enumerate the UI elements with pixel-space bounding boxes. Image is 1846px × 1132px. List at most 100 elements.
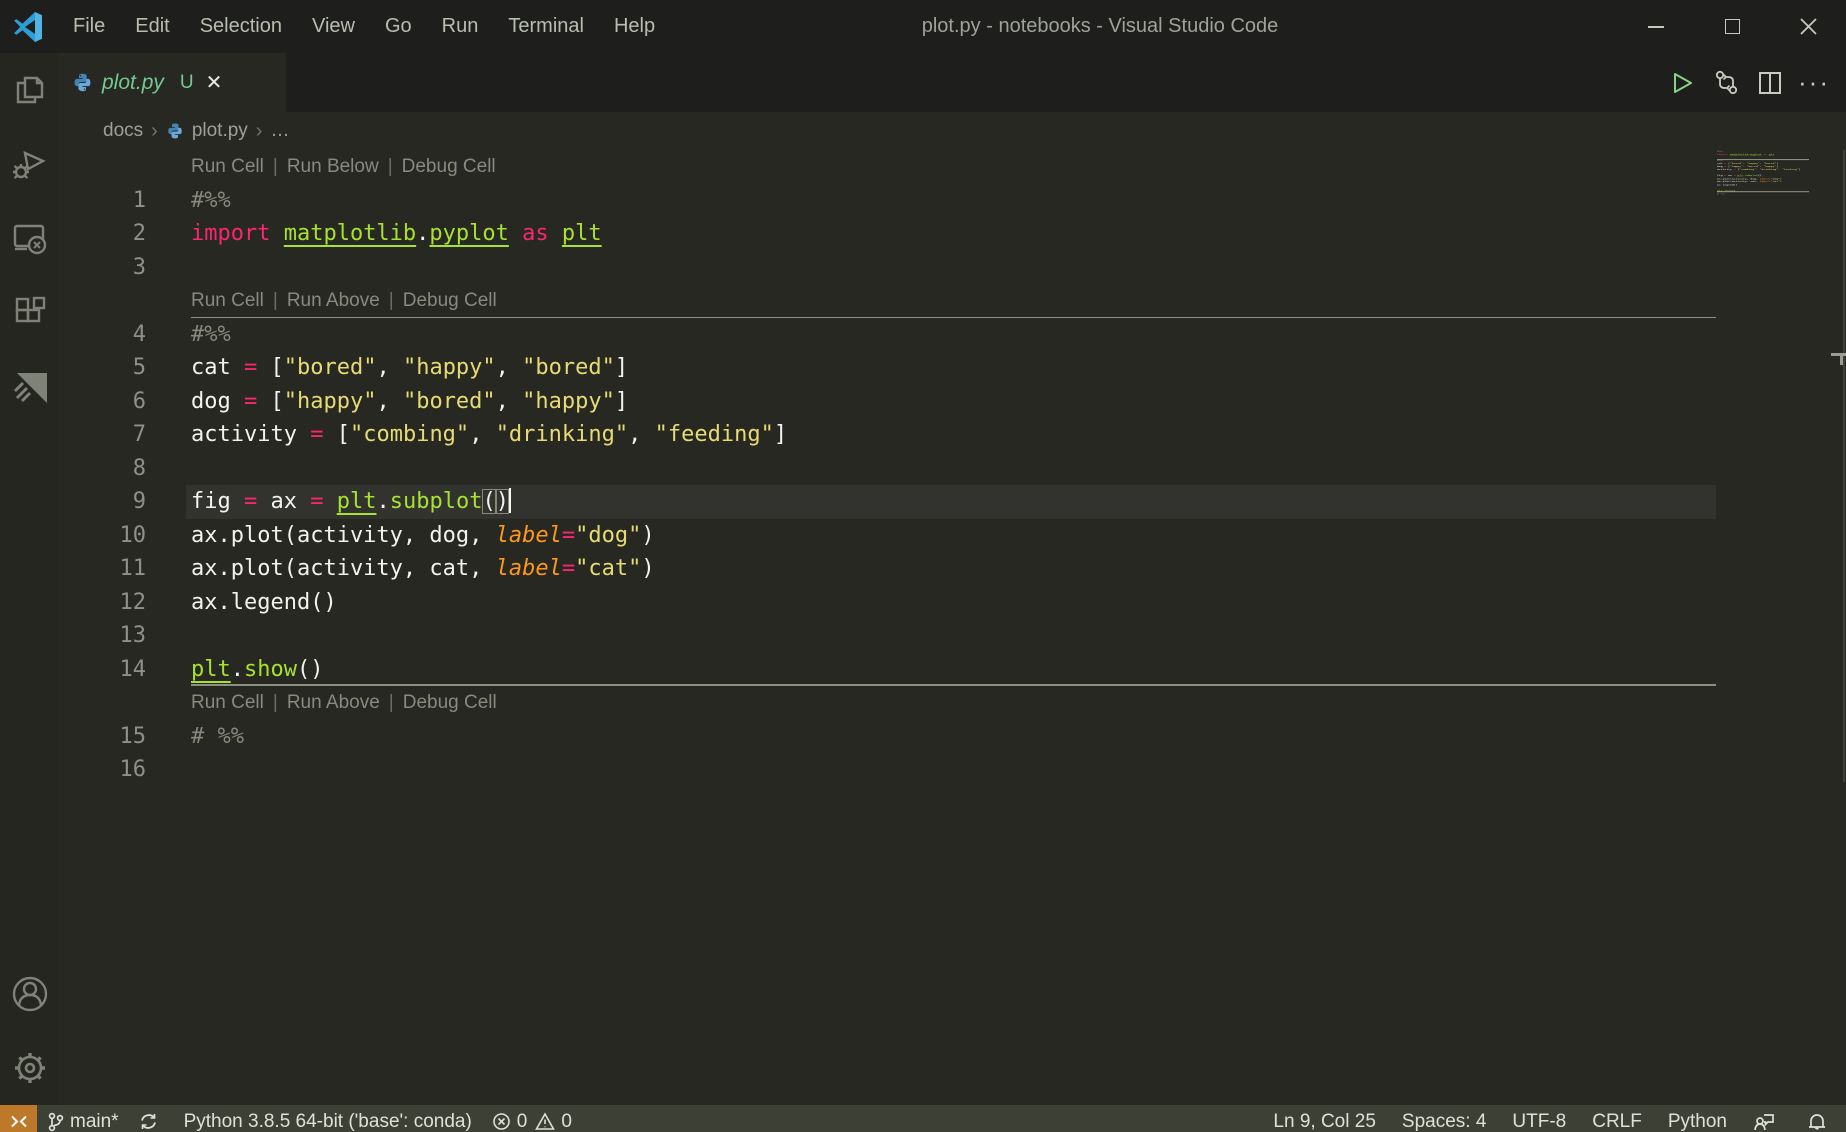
indentation-item[interactable]: Spaces: 4 xyxy=(1389,1105,1500,1132)
code-token: = xyxy=(244,389,257,414)
menu-item-edit[interactable]: Edit xyxy=(120,15,184,38)
codelens-link-debug-cell[interactable]: Debug Cell xyxy=(403,290,497,311)
code-line: 7activity = ["combing", "drinking", "fee… xyxy=(59,418,1846,452)
codelens-link-debug-cell[interactable]: Debug Cell xyxy=(403,692,497,713)
menu-item-terminal[interactable]: Terminal xyxy=(493,15,599,38)
code-token: ) xyxy=(496,489,509,514)
vscode-logo-icon xyxy=(12,11,44,43)
code-token: #%% xyxy=(191,188,231,213)
codelens-link-run-cell[interactable]: Run Cell xyxy=(191,692,264,713)
extensions-icon[interactable] xyxy=(0,275,59,349)
code-editor[interactable]: Run Cell|Run Below|Debug Cell1#%%2import… xyxy=(59,150,1846,1132)
code-token: ax.plot(activity, cat, xyxy=(191,556,496,581)
encoding-item[interactable]: UTF-8 xyxy=(1499,1105,1579,1132)
line-number: 11 xyxy=(59,552,146,586)
python-file-icon xyxy=(72,72,93,93)
account-icon[interactable] xyxy=(0,957,59,1031)
title-bar: FileEditSelectionViewGoRunTerminalHelp p… xyxy=(0,0,1846,53)
code-token: . xyxy=(376,489,389,514)
menu-item-run[interactable]: Run xyxy=(427,15,494,38)
codelens-link-run-above[interactable]: Run Above xyxy=(287,692,380,713)
line-number: 13 xyxy=(59,619,146,653)
code-token: dog xyxy=(191,389,244,414)
python-interpreter-item[interactable]: Python 3.8.5 64-bit ('base': conda) xyxy=(174,1105,482,1132)
git-branch-item[interactable]: main* xyxy=(37,1105,129,1132)
settings-gear-icon[interactable] xyxy=(0,1031,59,1105)
cursor-position-item[interactable]: Ln 9, Col 25 xyxy=(1260,1105,1388,1132)
interpreter-label: Python 3.8.5 64-bit ('base': conda) xyxy=(184,1111,472,1132)
minimize-icon[interactable] xyxy=(1618,0,1694,53)
menu-item-file[interactable]: File xyxy=(58,15,120,38)
menu-item-go[interactable]: Go xyxy=(370,15,427,38)
problems-item[interactable]: 0 0 xyxy=(482,1105,582,1132)
code-token: , xyxy=(628,422,655,447)
chevron-right-icon: › xyxy=(151,120,158,143)
codelens-link-run-above[interactable]: Run Above xyxy=(287,290,380,311)
remote-explorer-icon[interactable] xyxy=(0,201,59,275)
code-token: [ xyxy=(257,389,284,414)
code-token: ) xyxy=(641,556,654,581)
open-changes-icon[interactable] xyxy=(1704,61,1748,105)
codelens-link-run-below[interactable]: Run Below xyxy=(287,156,379,177)
run-file-icon[interactable] xyxy=(1660,61,1704,105)
code-token: cat xyxy=(191,355,244,380)
line-number: 14 xyxy=(59,653,146,687)
codelens-link-run-cell[interactable]: Run Cell xyxy=(191,290,264,311)
eol-item[interactable]: CRLF xyxy=(1579,1105,1655,1132)
code-token: "drinking" xyxy=(496,422,628,447)
code-token: "combing" xyxy=(350,422,469,447)
language-mode-item[interactable]: Python xyxy=(1655,1105,1740,1132)
code-token: show xyxy=(244,657,297,682)
line-number: 2 xyxy=(59,217,146,251)
tab-close-icon[interactable]: ✕ xyxy=(206,73,223,93)
breadcrumb-item-symbol[interactable]: … xyxy=(270,120,289,142)
line-number: 16 xyxy=(59,753,146,787)
code-line: 8 xyxy=(59,452,1846,486)
line-number: 8 xyxy=(59,452,146,486)
explorer-icon[interactable] xyxy=(0,53,59,127)
code-line: 13 xyxy=(59,619,1846,653)
breadcrumb-item-docs[interactable]: docs xyxy=(103,120,143,142)
breadcrumb-item-file[interactable]: plot.py xyxy=(192,120,248,142)
code-token: "dog" xyxy=(575,523,641,548)
code-token: ( xyxy=(482,489,495,514)
cell-separator xyxy=(191,317,1716,319)
code-line: 11ax.plot(activity, cat, label="cat") xyxy=(59,552,1846,586)
git-untracked-badge: U xyxy=(180,72,194,94)
code-token: "happy" xyxy=(284,389,377,414)
run-debug-icon[interactable] xyxy=(0,127,59,201)
sync-icon[interactable] xyxy=(129,1105,174,1132)
code-token: ax.plot(activity, dog, xyxy=(191,523,496,548)
code-token: "cat" xyxy=(575,556,641,581)
more-actions-icon[interactable]: ··· xyxy=(1792,61,1836,105)
menu-item-selection[interactable]: Selection xyxy=(185,15,297,38)
code-token: activity xyxy=(191,422,310,447)
codelens-link-run-cell[interactable]: Run Cell xyxy=(191,156,264,177)
bell-icon[interactable] xyxy=(1794,1105,1846,1132)
codelens-link-debug-cell[interactable]: Debug Cell xyxy=(402,156,496,177)
deploy-triangle-icon[interactable] xyxy=(0,349,59,423)
feedback-icon[interactable] xyxy=(1740,1105,1794,1132)
line-number: 4 xyxy=(59,318,146,352)
tab-bar: plot.py U ✕ xyxy=(59,53,1846,112)
code-token: pyplot xyxy=(429,221,508,246)
code-token: label xyxy=(496,556,562,581)
code-token: as xyxy=(509,221,562,246)
split-editor-icon[interactable] xyxy=(1748,61,1792,105)
code-line: 5cat = ["bored", "happy", "bored"] xyxy=(59,351,1846,385)
maximize-icon[interactable] xyxy=(1694,0,1770,53)
code-token: "bored" xyxy=(403,389,496,414)
menu-item-view[interactable]: View xyxy=(297,15,370,38)
close-icon[interactable] xyxy=(1770,0,1846,53)
minimap[interactable]: Run Cell|Run Below|Debug Cell1#%%2import… xyxy=(1717,150,1809,230)
remote-icon[interactable] xyxy=(0,1105,37,1132)
tab-plot-py[interactable]: plot.py U ✕ xyxy=(59,53,286,112)
vscode-window: FileEditSelectionViewGoRunTerminalHelp p… xyxy=(0,0,1846,1132)
line-number: 9 xyxy=(59,485,146,519)
code-token: = xyxy=(310,489,323,514)
menu-item-help[interactable]: Help xyxy=(599,15,670,38)
cell-separator xyxy=(1717,159,1809,160)
codelens-row: Run Cell|Run Below|Debug Cell xyxy=(59,150,1846,184)
code-line: 6dog = ["happy", "bored", "happy"] xyxy=(59,385,1846,419)
code-token: = xyxy=(562,523,575,548)
